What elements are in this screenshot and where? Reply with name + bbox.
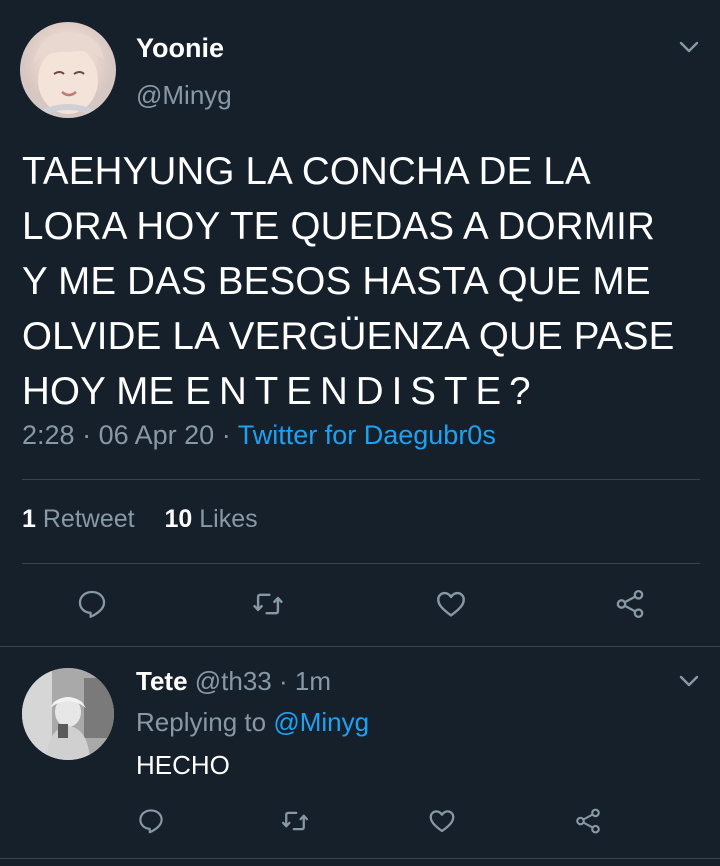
divider: [0, 858, 720, 859]
meta-separator: ·: [279, 666, 288, 696]
replying-to: Replying to @Minyg: [136, 707, 369, 738]
divider: [0, 646, 720, 647]
tweet-text-spaced: ENTENDISTE?: [185, 370, 539, 413]
tweet-text-line: LORA HOY TE QUEDAS A DORMIR: [22, 205, 655, 248]
tweet-source[interactable]: Twitter for Daegubr0s: [238, 420, 496, 450]
reply-text: HECHO: [136, 750, 230, 780]
share-button[interactable]: [610, 584, 650, 624]
likes-label: Likes: [199, 505, 258, 533]
share-button[interactable]: [571, 804, 605, 838]
tweet-text-line: TAEHYUNG LA CONCHA DE LA: [22, 150, 591, 193]
author-handle[interactable]: @Minyg: [136, 80, 232, 111]
tweet-time: 2:28: [22, 420, 75, 450]
share-icon: [616, 589, 644, 619]
author-name[interactable]: Yoonie: [136, 33, 224, 64]
tweet-text: TAEHYUNG LA CONCHA DE LA LORA HOY TE QUE…: [22, 144, 712, 419]
replying-to-handle[interactable]: @Minyg: [273, 707, 369, 737]
like-button[interactable]: [431, 584, 471, 624]
tweet-text-line: OLVIDE LA VERGÜENZA QUE PASE: [22, 315, 675, 358]
reply-header: Tete @th33 · 1m: [136, 666, 331, 697]
retweet-icon: [253, 593, 283, 615]
reply-button[interactable]: [134, 804, 168, 838]
like-button[interactable]: [425, 804, 459, 838]
likes-count: 10: [164, 505, 193, 533]
chevron-down-icon[interactable]: [678, 36, 700, 58]
share-icon: [576, 808, 600, 834]
tweet-text-line: Y ME DAS BESOS HASTA QUE ME: [22, 260, 651, 303]
chevron-down-icon[interactable]: [678, 670, 700, 692]
reply-icon: [139, 809, 163, 834]
retweets-stat[interactable]: 1 Retweet: [22, 505, 135, 533]
tweet-text-line: HOY ME ENTENDISTE?: [22, 364, 712, 419]
divider: [22, 479, 700, 480]
meta-separator: ·: [82, 420, 92, 450]
reply-age: 1m: [294, 666, 332, 696]
reply-button[interactable]: [72, 584, 112, 624]
reply-author-handle[interactable]: @th33: [195, 666, 272, 696]
replying-prefix: Replying to: [136, 707, 267, 737]
heart-icon: [437, 591, 465, 617]
heart-icon: [429, 810, 455, 833]
tweet-meta: 2:28 · 06 Apr 20 · Twitter for Daegubr0s: [22, 420, 496, 451]
retweets-label: Retweet: [42, 505, 135, 533]
author-avatar[interactable]: [20, 22, 116, 118]
avatar-image: [34, 31, 104, 117]
meta-separator: ·: [221, 420, 231, 450]
reply-author-name[interactable]: Tete: [136, 666, 188, 696]
retweet-button[interactable]: [248, 584, 288, 624]
tweet-stats: 1 Retweet 10 Likes: [22, 505, 258, 534]
avatar-image: [22, 668, 114, 760]
retweets-count: 1: [22, 505, 36, 533]
retweet-button[interactable]: [278, 804, 312, 838]
divider: [22, 563, 700, 564]
reply-avatar[interactable]: [22, 668, 114, 760]
tweet-text-prefix: HOY ME: [22, 370, 186, 413]
likes-stat[interactable]: 10 Likes: [164, 505, 257, 533]
reply-icon: [78, 590, 106, 618]
retweet-icon: [282, 811, 308, 831]
tweet-date[interactable]: 06 Apr 20: [99, 420, 215, 450]
